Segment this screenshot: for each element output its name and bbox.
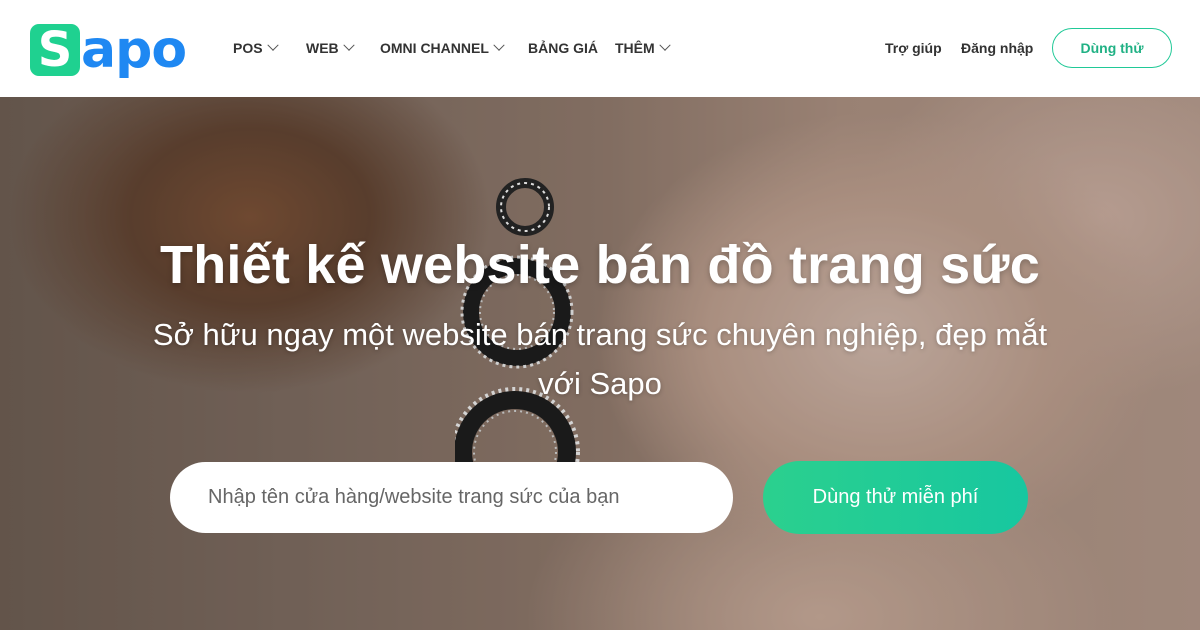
nav-item-label: OMNI CHANNEL [380,40,489,56]
nav-item-omni-channel[interactable]: OMNI CHANNEL [380,39,505,56]
hero-section: Thiết kế website bán đồ trang sức Sở hữu… [0,97,1200,630]
try-button[interactable]: Dùng thử [1052,28,1172,68]
login-link[interactable]: Đăng nhập [961,40,1033,56]
logo-wordmark: apo [81,20,187,80]
nav-item-pos[interactable]: POS [233,39,279,56]
chevron-down-icon [493,39,505,51]
sapo-logo[interactable]: S apo [30,18,200,82]
nav-item-label: WEB [306,40,339,56]
free-trial-button[interactable]: Dùng thử miễn phí [763,461,1028,534]
hero-subtitle: Sở hữu ngay một website bán trang sức ch… [152,317,1048,401]
nav-item-label: THÊM [615,40,655,56]
nav-item-label: BẢNG GIÁ [528,40,598,56]
chevron-down-icon [343,39,355,51]
site-header: S apo POS WEB OMNI CHANNEL BẢNG GIÁ THÊM… [0,0,1200,97]
nav-item-more[interactable]: THÊM [615,39,671,56]
nav-item-web[interactable]: WEB [306,39,355,56]
logo-s-mark: S [30,24,80,76]
store-name-input[interactable] [170,462,733,533]
nav-item-label: POS [233,40,263,56]
hero-title: Thiết kế website bán đồ trang sức [160,235,1040,295]
nav-item-pricing[interactable]: BẢNG GIÁ [528,40,598,56]
help-link[interactable]: Trợ giúp [885,40,942,56]
chevron-down-icon [659,39,671,51]
chevron-down-icon [266,39,279,51]
